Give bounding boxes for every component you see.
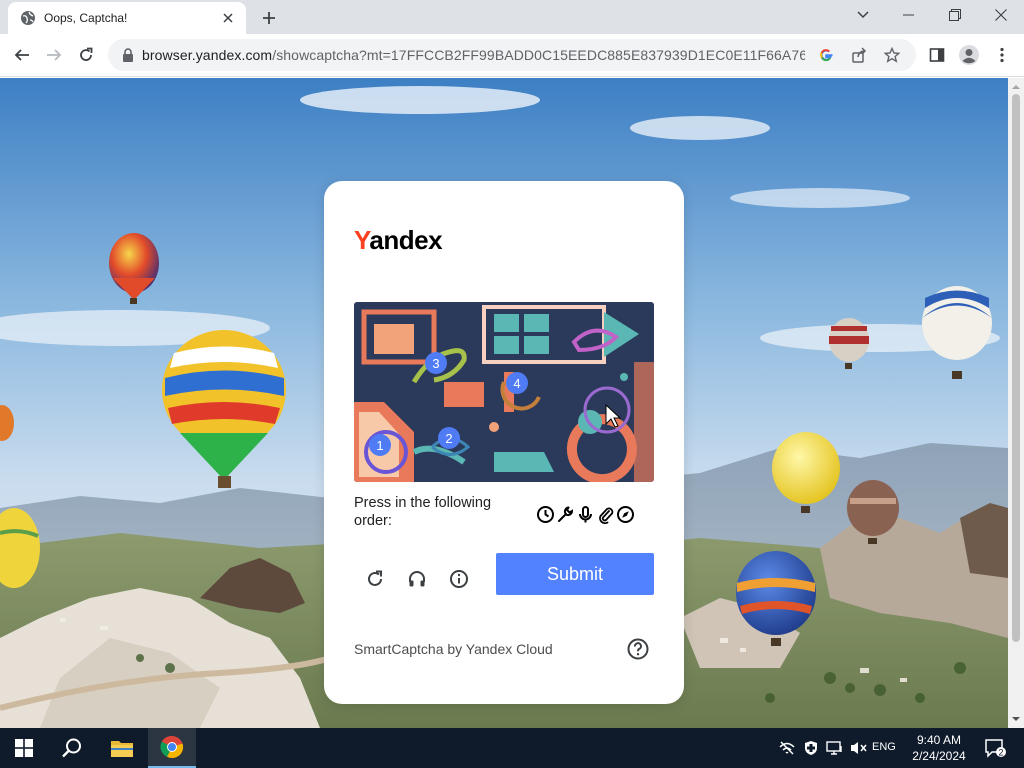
url-path: /showcaptcha?mt=17FFCCB2FF99BADD0C15EEDC… (272, 47, 805, 63)
file-explorer-icon[interactable] (98, 728, 146, 768)
clock-time: 9:40 AM (916, 733, 962, 747)
tab-strip: Oops, Captcha! (0, 0, 1024, 34)
notification-center-icon[interactable]: 2 (980, 728, 1010, 768)
url-text[interactable]: browser.yandex.com/showcaptcha?mt=17FFCC… (142, 47, 805, 63)
volume-muted-icon[interactable] (848, 728, 870, 768)
tab-close-icon[interactable] (220, 10, 236, 26)
yandex-logo: Yandex (354, 225, 443, 255)
page-viewport: Yandex 1 2 3 4 Press in the following or… (0, 78, 1008, 728)
minimize-button[interactable] (886, 0, 932, 30)
profile-avatar-icon[interactable] (955, 41, 983, 69)
restore-button[interactable] (932, 0, 978, 30)
svg-text:4: 4 (513, 376, 520, 391)
bookmark-star-icon[interactable] (880, 43, 904, 67)
system-clock[interactable]: 9:40 AM 2/24/2024 (904, 732, 974, 764)
refresh-captcha-button[interactable] (360, 564, 390, 594)
wrench-icon (556, 505, 575, 524)
help-icon[interactable] (626, 637, 650, 661)
marker-4: 4 (506, 372, 528, 394)
svg-text:2: 2 (445, 431, 452, 446)
side-panel-icon[interactable] (923, 41, 951, 69)
captcha-card: Yandex 1 2 3 4 Press in the following or… (324, 181, 684, 704)
marker-2: 2 (438, 427, 460, 449)
info-button[interactable] (444, 564, 474, 594)
marker-3: 3 (425, 352, 447, 374)
network-disconnected-icon[interactable] (776, 728, 798, 768)
compass-icon (616, 505, 635, 524)
captcha-instruction: Press in the following order: (354, 495, 492, 529)
marker-1: 1 (369, 434, 391, 456)
browser-toolbar: browser.yandex.com/showcaptcha?mt=17FFCC… (0, 34, 1024, 77)
share-icon[interactable] (847, 43, 871, 67)
globe-icon (20, 10, 36, 26)
clock-icon (536, 505, 555, 524)
clock-date: 2/24/2024 (912, 749, 966, 763)
reload-button[interactable] (72, 41, 100, 69)
paperclip-icon (596, 505, 615, 524)
close-window-button[interactable] (978, 0, 1024, 30)
scroll-up-icon[interactable] (1008, 80, 1024, 94)
scrollbar-thumb[interactable] (1012, 94, 1020, 642)
forward-button[interactable] (40, 41, 68, 69)
tab-search-icon[interactable] (840, 0, 886, 30)
back-button[interactable] (8, 41, 36, 69)
windows-taskbar: ENG 9:40 AM 2/24/2024 2 (0, 728, 1024, 768)
svg-text:3: 3 (432, 356, 439, 371)
captcha-footer: SmartCaptcha by Yandex Cloud (354, 641, 553, 657)
start-button[interactable] (0, 728, 48, 768)
page-scrollbar[interactable] (1008, 78, 1024, 728)
google-translate-icon[interactable] (814, 43, 838, 67)
url-host: browser.yandex.com (142, 47, 273, 63)
tab-captcha[interactable]: Oops, Captcha! (8, 2, 246, 34)
captcha-challenge-image[interactable]: 1 2 3 4 (354, 302, 654, 482)
address-bar[interactable]: browser.yandex.com/showcaptcha?mt=17FFCC… (108, 39, 916, 71)
new-tab-button[interactable] (258, 7, 280, 29)
scroll-down-icon[interactable] (1008, 712, 1024, 726)
browser-menu-icon[interactable] (988, 41, 1016, 69)
lock-icon[interactable] (120, 47, 136, 63)
audio-captcha-button[interactable] (402, 564, 432, 594)
chrome-taskbar-icon[interactable] (148, 728, 196, 768)
order-icon-sequence (536, 504, 635, 524)
submit-button[interactable]: Submit (496, 553, 654, 595)
microphone-icon (576, 505, 595, 524)
taskbar-search-icon[interactable] (48, 728, 96, 768)
security-shield-icon[interactable] (800, 728, 822, 768)
display-icon[interactable] (824, 728, 846, 768)
tab-title: Oops, Captcha! (44, 11, 128, 25)
input-language[interactable]: ENG (872, 741, 896, 753)
notification-count: 2 (998, 748, 1003, 758)
svg-text:1: 1 (376, 438, 383, 453)
